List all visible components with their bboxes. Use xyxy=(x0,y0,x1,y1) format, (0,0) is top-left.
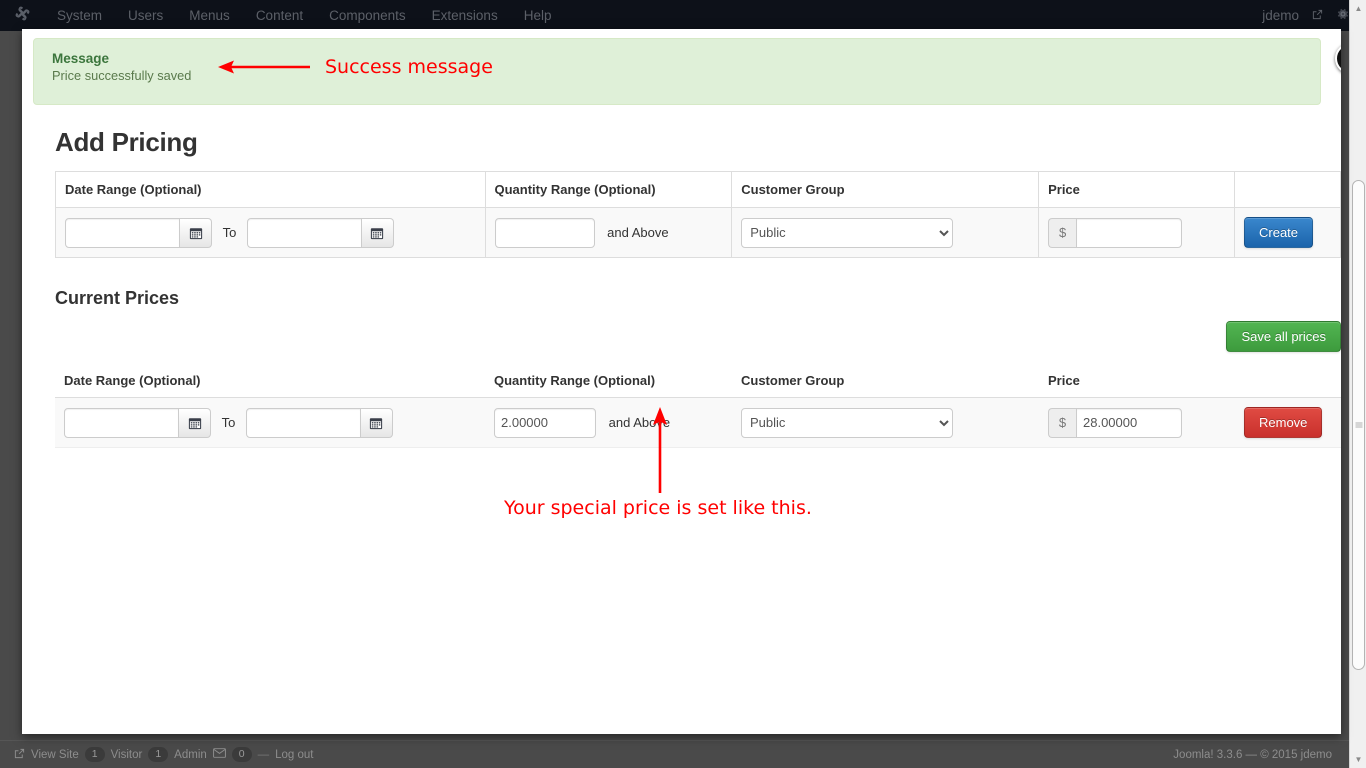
quantity-input[interactable] xyxy=(495,218,595,248)
calendar-icon-button-to[interactable] xyxy=(361,408,393,438)
date-to-group xyxy=(246,408,393,438)
remove-button[interactable]: Remove xyxy=(1244,407,1322,438)
date-from-input[interactable] xyxy=(65,218,180,248)
price-input-group: $ xyxy=(1048,218,1182,248)
message-count-badge: 0 xyxy=(232,747,252,762)
alert-title: Message xyxy=(52,51,1306,66)
cell-quantity-range: and Above xyxy=(485,208,732,258)
visitor-count-badge: 1 xyxy=(85,747,105,762)
header-price: Price xyxy=(1039,172,1235,208)
cell-date-range: To xyxy=(56,208,486,258)
date-to-group xyxy=(247,218,394,248)
create-button[interactable]: Create xyxy=(1244,217,1313,248)
view-site-external-icon xyxy=(14,748,25,762)
admin-count-badge: 1 xyxy=(148,747,168,762)
scrollbar-thumb[interactable] xyxy=(1352,180,1365,670)
status-bar-left: View Site 1 Visitor 1 Admin 0 — Log out xyxy=(0,747,314,762)
browser-scrollbar[interactable]: ▲ ▼ xyxy=(1349,0,1366,768)
gear-icon[interactable] xyxy=(1336,7,1350,24)
envelope-icon[interactable] xyxy=(213,748,226,761)
cell-remove-action: Remove xyxy=(1235,398,1341,448)
view-site-link[interactable]: View Site xyxy=(31,749,79,761)
date-to-label: To xyxy=(223,225,237,240)
cell-customer-group: Public xyxy=(732,398,1039,448)
price-input[interactable] xyxy=(1076,218,1182,248)
nav-item-menus[interactable]: Menus xyxy=(176,0,243,31)
date-from-group xyxy=(64,408,211,438)
add-pricing-header-row: Date Range (Optional) Quantity Range (Op… xyxy=(56,172,1341,208)
customer-group-select[interactable]: Public xyxy=(741,218,953,248)
calendar-icon xyxy=(370,226,384,240)
nav-item-extensions[interactable]: Extensions xyxy=(419,0,511,31)
calendar-icon xyxy=(189,226,203,240)
admin-nav: System Users Menus Content Components Ex… xyxy=(44,0,564,31)
calendar-icon xyxy=(188,416,202,430)
header-date-range: Date Range (Optional) xyxy=(55,364,485,398)
cell-customer-group: Public xyxy=(732,208,1039,258)
date-from-group xyxy=(65,218,212,248)
nav-item-system[interactable]: System xyxy=(44,0,115,31)
scrollbar-grip-icon xyxy=(1355,423,1362,428)
page-title: Add Pricing xyxy=(55,127,1330,158)
and-above-label: and Above xyxy=(607,225,668,240)
joomla-logo-icon[interactable] xyxy=(0,5,44,26)
and-above-label: and Above xyxy=(609,415,670,430)
save-all-prices-button[interactable]: Save all prices xyxy=(1226,321,1341,352)
header-customer-group: Customer Group xyxy=(732,172,1039,208)
calendar-icon-button-from[interactable] xyxy=(179,408,211,438)
header-date-range: Date Range (Optional) xyxy=(56,172,486,208)
calendar-icon-button-to[interactable] xyxy=(362,218,394,248)
header-actions xyxy=(1235,364,1341,398)
table-row: To and Above Pub xyxy=(55,398,1341,448)
current-prices-header-row: Date Range (Optional) Quantity Range (Op… xyxy=(55,364,1341,398)
current-prices-table: Date Range (Optional) Quantity Range (Op… xyxy=(55,364,1341,448)
modal-close-button[interactable] xyxy=(1335,43,1341,74)
external-link-icon xyxy=(1312,8,1323,23)
cell-price: $ xyxy=(1039,208,1235,258)
header-customer-group: Customer Group xyxy=(732,364,1039,398)
current-prices-title: Current Prices xyxy=(55,288,1330,309)
calendar-icon-button-from[interactable] xyxy=(180,218,212,248)
date-to-input[interactable] xyxy=(246,408,361,438)
currency-symbol-label: $ xyxy=(1048,218,1076,248)
add-pricing-table: Date Range (Optional) Quantity Range (Op… xyxy=(55,171,1341,258)
cell-date-range: To xyxy=(55,398,485,448)
success-alert: close-icon Message Price successfully sa… xyxy=(33,38,1321,105)
cell-quantity-range: and Above xyxy=(485,398,732,448)
date-to-input[interactable] xyxy=(247,218,362,248)
modal-body: Add Pricing Date Range (Optional) Quanti… xyxy=(22,127,1341,448)
currency-symbol-label: $ xyxy=(1048,408,1076,438)
cell-price: $ xyxy=(1039,398,1235,448)
copyright-label: Joomla! 3.3.6 — © 2015 jdemo xyxy=(1173,749,1366,761)
date-to-label: To xyxy=(222,415,236,430)
visitor-label: Visitor xyxy=(111,749,143,761)
pricing-modal: close-icon Message Price successfully sa… xyxy=(22,29,1341,734)
header-quantity-range: Quantity Range (Optional) xyxy=(485,172,732,208)
add-pricing-row: To and Above Pub xyxy=(56,208,1341,258)
header-quantity-range: Quantity Range (Optional) xyxy=(485,364,732,398)
current-user-label[interactable]: jdemo xyxy=(1262,8,1299,23)
logout-link[interactable]: Log out xyxy=(275,749,313,761)
admin-top-navbar: System Users Menus Content Components Ex… xyxy=(0,0,1366,31)
customer-group-select[interactable]: Public xyxy=(741,408,953,438)
date-from-input[interactable] xyxy=(64,408,179,438)
admin-label: Admin xyxy=(174,749,207,761)
header-price: Price xyxy=(1039,364,1235,398)
nav-item-content[interactable]: Content xyxy=(243,0,316,31)
admin-status-bar: View Site 1 Visitor 1 Admin 0 — Log out … xyxy=(0,740,1366,768)
alert-message-text: Price successfully saved xyxy=(52,68,1306,83)
save-all-prices-wrap: Save all prices xyxy=(55,321,1341,352)
nav-item-users[interactable]: Users xyxy=(115,0,176,31)
header-actions xyxy=(1235,172,1341,208)
price-input[interactable] xyxy=(1076,408,1182,438)
status-bar-divider: — xyxy=(258,749,270,761)
calendar-icon xyxy=(369,416,383,430)
nav-item-help[interactable]: Help xyxy=(511,0,565,31)
quantity-input[interactable] xyxy=(494,408,596,438)
price-input-group: $ xyxy=(1048,408,1182,438)
scrollbar-down-arrow-icon[interactable]: ▼ xyxy=(1350,751,1366,768)
nav-item-components[interactable]: Components xyxy=(316,0,419,31)
scrollbar-up-arrow-icon[interactable]: ▲ xyxy=(1350,0,1366,17)
cell-create-action: Create xyxy=(1235,208,1341,258)
